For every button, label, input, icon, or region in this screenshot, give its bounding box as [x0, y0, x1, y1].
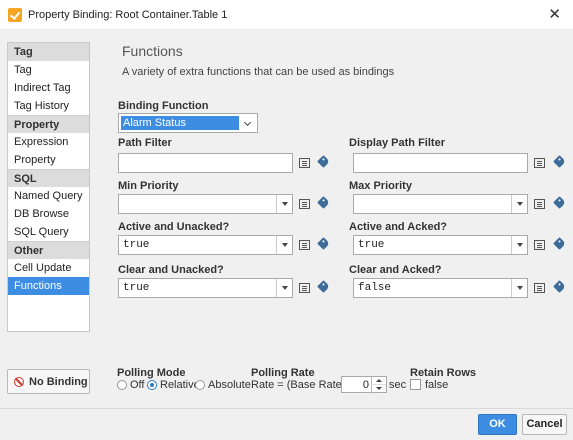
sidebar-item-cell-update[interactable]: Cell Update	[8, 259, 89, 277]
dropdown-arrow-icon	[511, 236, 527, 254]
polling-rate-value: 0	[362, 379, 369, 391]
clear-unacked-label: Clear and Unacked?	[118, 264, 224, 276]
retain-rows-value: false	[425, 379, 449, 391]
max-priority-dropdown[interactable]	[353, 194, 528, 214]
binding-function-label: Binding Function	[118, 100, 209, 112]
clear-unacked-value: true	[123, 282, 150, 294]
list-icon[interactable]	[299, 283, 310, 293]
polling-rate-unit: sec	[389, 379, 407, 391]
list-icon[interactable]	[534, 240, 545, 250]
sidebar-item-expression[interactable]: Expression	[8, 133, 89, 151]
dropdown-arrow-icon	[276, 279, 292, 297]
clear-acked-label: Clear and Acked?	[349, 264, 442, 276]
retain-rows-label: Retain Rows	[410, 367, 477, 379]
sidebar-category-property: Property	[8, 115, 89, 133]
binding-function-dropdown[interactable]: Alarm Status	[118, 113, 258, 133]
window-title: Property Binding: Root Container.Table 1	[28, 9, 228, 21]
app-icon	[8, 8, 22, 22]
binding-type-list: Tag Tag Indirect Tag Tag History Property Exp…	[7, 42, 90, 332]
sidebar-category-other: Other	[8, 241, 89, 259]
radio-relative-label: Relative	[160, 379, 200, 391]
title-bar: Property Binding: Root Container.Table 1…	[0, 0, 573, 30]
clear-unacked-dropdown[interactable]: true	[118, 278, 293, 298]
display-path-filter-input[interactable]	[353, 153, 528, 173]
radio-absolute-label: Absolute	[208, 379, 251, 391]
dropdown-arrow-icon	[511, 279, 527, 297]
list-icon[interactable]	[299, 240, 310, 250]
list-icon[interactable]	[534, 199, 545, 209]
radio-relative[interactable]	[147, 380, 157, 390]
sidebar-item-tag-history[interactable]: Tag History	[8, 97, 89, 115]
spinner-up-icon[interactable]	[371, 377, 386, 385]
dropdown-arrow-icon	[276, 236, 292, 254]
clear-acked-value: false	[358, 282, 392, 294]
sidebar-item-sql-query[interactable]: SQL Query	[8, 223, 89, 241]
polling-rate-label: Polling Rate	[251, 367, 315, 379]
active-unacked-value: true	[123, 239, 150, 251]
dropdown-arrow-icon	[511, 195, 527, 213]
close-icon[interactable]: ✕	[548, 5, 561, 23]
polling-rate-spinner[interactable]: 0	[341, 376, 387, 393]
sidebar-item-tag[interactable]: Tag	[8, 61, 89, 79]
ok-button[interactable]: OK	[478, 414, 517, 435]
display-path-filter-label: Display Path Filter	[349, 137, 445, 149]
list-icon[interactable]	[534, 283, 545, 293]
panel-subtitle: A variety of extra functions that can be…	[122, 66, 395, 78]
list-icon[interactable]	[299, 199, 310, 209]
active-acked-dropdown[interactable]: true	[353, 235, 528, 255]
binding-function-value: Alarm Status	[121, 116, 239, 130]
sidebar-category-sql: SQL	[8, 169, 89, 187]
sidebar-item-named-query[interactable]: Named Query	[8, 187, 89, 205]
sidebar-category-tag: Tag	[8, 43, 89, 61]
spinner-down-icon[interactable]	[371, 385, 386, 393]
min-priority-dropdown[interactable]	[118, 194, 293, 214]
active-unacked-label: Active and Unacked?	[118, 221, 230, 233]
sidebar-item-indirect-tag[interactable]: Indirect Tag	[8, 79, 89, 97]
no-binding-icon	[14, 377, 24, 387]
sidebar-item-property[interactable]: Property	[8, 151, 89, 169]
path-filter-label: Path Filter	[118, 137, 172, 149]
active-acked-label: Active and Acked?	[349, 221, 448, 233]
no-binding-button[interactable]: No Binding	[7, 369, 90, 394]
list-icon[interactable]	[299, 158, 310, 168]
list-icon[interactable]	[534, 158, 545, 168]
radio-off-label: Off	[130, 379, 145, 391]
active-acked-value: true	[358, 239, 385, 251]
radio-absolute[interactable]	[195, 380, 205, 390]
retain-rows-checkbox[interactable]	[410, 379, 421, 390]
cancel-button[interactable]: Cancel	[522, 414, 567, 435]
radio-off[interactable]	[117, 380, 127, 390]
path-filter-input[interactable]	[118, 153, 293, 173]
active-unacked-dropdown[interactable]: true	[118, 235, 293, 255]
functions-panel: Functions A variety of extra functions t…	[104, 35, 573, 405]
sidebar-item-functions[interactable]: Functions	[8, 277, 89, 295]
dropdown-arrow-icon	[276, 195, 292, 213]
polling-mode-label: Polling Mode	[117, 367, 186, 379]
clear-acked-dropdown[interactable]: false	[353, 278, 528, 298]
max-priority-label: Max Priority	[349, 180, 412, 192]
chevron-down-icon	[243, 118, 252, 127]
sidebar-item-db-browse[interactable]: DB Browse	[8, 205, 89, 223]
no-binding-label: No Binding	[29, 376, 88, 388]
panel-title: Functions	[122, 43, 183, 59]
min-priority-label: Min Priority	[118, 180, 179, 192]
